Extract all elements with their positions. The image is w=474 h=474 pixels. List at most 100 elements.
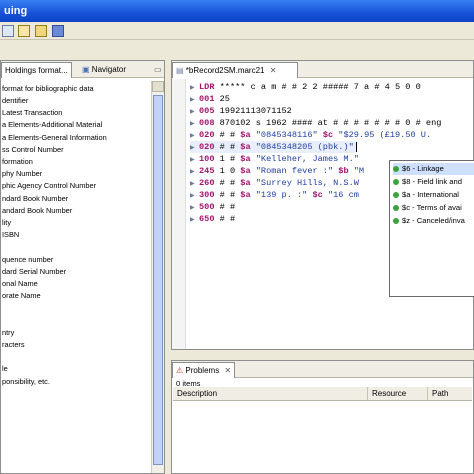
subfield-code: $c (322, 130, 334, 140)
subfield-code: $a (240, 178, 251, 188)
tab-marc-record[interactable]: ▤ *bRecord2SM.marc21 ✕ (172, 62, 298, 78)
autocomplete-item-label: $6 - Linkage (402, 164, 444, 173)
scroll-thumb[interactable] (153, 95, 163, 465)
subfield-value: "16 cm (322, 190, 359, 200)
marc-field-line[interactable]: ▶ 650 # # (190, 213, 235, 225)
marc-field-line[interactable]: ▶ 020 # # $a "0845348205 (pbk.)" (190, 141, 357, 153)
outline-item[interactable]: ISBN (2, 229, 19, 240)
field-content: 25 (214, 94, 230, 104)
marc-field-line[interactable]: ▶ 100 1 # $a "Kelleher, James M." (190, 153, 359, 165)
main-toolbar (0, 22, 474, 40)
close-tab-icon[interactable]: ✕ (270, 66, 277, 75)
column-path[interactable]: Path (428, 387, 474, 400)
tab-marc-record-label: *bRecord2SM.marc21 (185, 66, 265, 75)
subfield-dot-icon (393, 166, 399, 172)
field-content: # # (214, 130, 241, 140)
subfield-code: $c (312, 190, 323, 200)
outline-item[interactable]: a Elements-Additional Material (2, 119, 102, 130)
subfield-code: $b (338, 166, 349, 176)
save-icon[interactable] (35, 25, 47, 37)
subfield-code: $a (240, 190, 251, 200)
outline-item[interactable]: ntry (2, 327, 14, 338)
autocomplete-item[interactable]: $6 - Linkage (393, 163, 474, 175)
outline-item[interactable]: Latest Transaction (2, 107, 62, 118)
editor-tabs: ▤ *bRecord2SM.marc21 ✕ (172, 61, 473, 78)
marc-tag: 245 (199, 166, 215, 176)
tab-problems-label: Problems (185, 366, 220, 375)
left-panel-scrollbar[interactable] (151, 81, 164, 473)
column-description-label: Description (177, 389, 218, 398)
outline-item[interactable]: ponsibility, etc. (2, 376, 50, 387)
outline-item[interactable]: orate Name (2, 290, 41, 301)
open-folder-icon[interactable] (18, 25, 30, 37)
subfield-value: "Kelleher, James M." (250, 154, 359, 164)
autocomplete-item[interactable]: $a - International (393, 189, 474, 201)
marc-field-line[interactable]: ▶ 008 870102 s 1962 #### at # # # # # # #… (190, 117, 441, 129)
outline-item[interactable]: onal Name (2, 278, 38, 289)
column-description[interactable]: Description (173, 387, 368, 400)
field-content: 1 0 (214, 166, 241, 176)
scroll-up-button[interactable] (152, 81, 164, 92)
subfield-dot-icon (393, 179, 399, 185)
autocomplete-item[interactable]: $c - Terms of avai (393, 202, 474, 214)
outline-item[interactable]: formation (2, 156, 33, 167)
autocomplete-item-label: $8 - Field link and (402, 177, 462, 186)
outline-item[interactable]: ss Control Number (2, 144, 64, 155)
autocomplete-item[interactable]: $z - Canceled/inva (393, 215, 474, 227)
autocomplete-item-label: $z - Canceled/inva (402, 216, 465, 225)
properties-icon[interactable] (52, 25, 64, 37)
autocomplete-item-label: $a - International (402, 190, 459, 199)
subfield-dot-icon (393, 205, 399, 211)
problems-table-header: Description Resource Path (173, 387, 472, 401)
outline-item[interactable]: phy Number (2, 168, 42, 179)
marc-tag: 100 (199, 154, 215, 164)
outline-item[interactable]: le (2, 363, 8, 374)
autocomplete-popup: $6 - Linkage $8 - Field link and $a - Inte… (389, 160, 474, 297)
editor-gutter (172, 79, 186, 349)
outline-item[interactable]: lity (2, 217, 11, 228)
outline-item[interactable]: racters (2, 339, 25, 350)
tab-holdings-format[interactable]: Holdings format... (1, 62, 72, 78)
problems-tabs: ⚠ Problems ✕ (172, 361, 473, 378)
tab-navigator[interactable]: ▣ Navigator (79, 62, 129, 77)
marc-field-line[interactable]: ▶ 005 19921113071152 (190, 105, 292, 117)
minimize-panel-button[interactable]: ▭ (151, 62, 165, 77)
outline-item[interactable]: phic Agency Control Number (2, 180, 96, 191)
outline-item[interactable]: quence number (2, 254, 53, 265)
outline-item[interactable]: andard Book Number (2, 205, 72, 216)
marc-field-line[interactable]: ▶ 245 1 0 $a "Roman fever :" $b "M (190, 165, 364, 177)
field-content: # # (214, 214, 236, 224)
tab-navigator-label: Navigator (91, 65, 127, 74)
marc-tag: 001 (199, 94, 215, 104)
marc-field-line[interactable]: ▶ 260 # # $a "Surrey Hills, N.S.W (190, 177, 359, 189)
marc-tag: LDR (199, 82, 215, 92)
field-content: 870102 s 1962 #### at # # # # # # # 0 # … (214, 118, 442, 128)
marc-field-line[interactable]: ▶ 020 # # $a "0845348116" $c "$29.95 (£19… (190, 129, 431, 141)
marc-tag: 020 (199, 130, 215, 140)
subfield-value: "0845348116" (250, 130, 323, 140)
autocomplete-item[interactable]: $8 - Field link and (393, 176, 474, 188)
outline-item[interactable]: a Elements-General Information (2, 132, 107, 143)
tab-problems[interactable]: ⚠ Problems ✕ (172, 362, 236, 378)
autocomplete-item-label: $c - Terms of avai (402, 203, 462, 212)
close-problems-icon[interactable]: ✕ (224, 366, 231, 375)
new-icon[interactable] (2, 25, 14, 37)
marc-field-line[interactable]: ▶ LDR ***** c a m # # 2 2 ##### 7 a # 4 5… (190, 81, 421, 93)
field-content: # # (214, 190, 241, 200)
marc-tag: 020 (199, 142, 215, 152)
file-icon: ▤ (176, 66, 184, 75)
column-resource[interactable]: Resource (368, 387, 428, 400)
outline-item[interactable]: ndard Book Number (2, 193, 68, 204)
subfield-dot-icon (393, 192, 399, 198)
marc-field-line[interactable]: ▶ 500 # # (190, 201, 235, 213)
marc-field-line[interactable]: ▶ 001 25 (190, 93, 230, 105)
subfield-dot-icon (393, 218, 399, 224)
window-title-bar: uing (0, 0, 474, 22)
column-path-label: Path (432, 389, 449, 398)
subfield-code: $a (240, 154, 251, 164)
text-cursor (355, 141, 357, 152)
outline-item[interactable]: dentifier (2, 95, 28, 106)
outline-item[interactable]: dard Serial Number (2, 266, 66, 277)
problems-panel: ⚠ Problems ✕ 0 items Description Resourc… (171, 360, 474, 474)
marc-field-line[interactable]: ▶ 300 # # $a "139 p. :" $c "16 cm (190, 189, 359, 201)
